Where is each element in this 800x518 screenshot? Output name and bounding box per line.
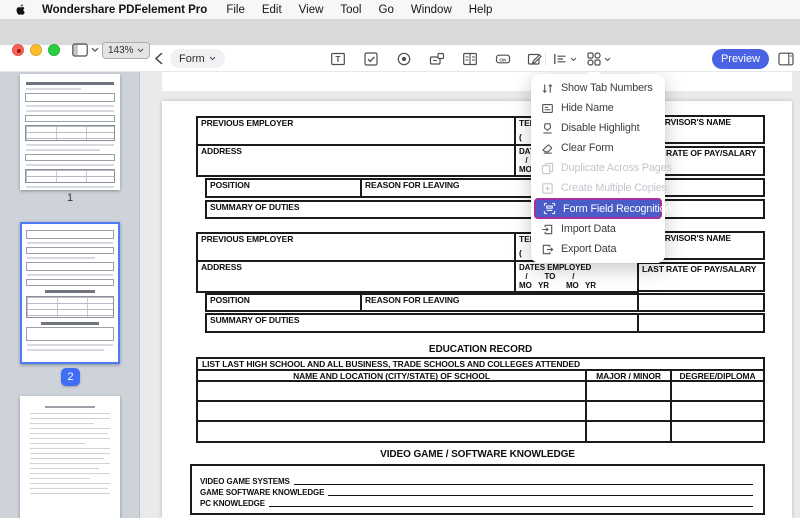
field-previous-employer-2[interactable]: PREVIOUS EMPLOYER xyxy=(196,232,516,262)
chevron-down-icon xyxy=(137,48,143,53)
zoom-level-control[interactable]: 143% xyxy=(102,42,150,59)
import-data-icon xyxy=(542,224,553,234)
page-thumbnail-2-selected[interactable] xyxy=(20,222,120,364)
panel-left-icon xyxy=(72,43,88,57)
digital-signature-tool-button[interactable] xyxy=(527,51,543,67)
copies-plus-icon xyxy=(542,182,553,194)
text-field-tool-button[interactable]: T xyxy=(330,51,346,67)
menu-item-show-tab-numbers[interactable]: Show Tab Numbers xyxy=(531,78,665,98)
name-card-icon xyxy=(542,103,553,113)
menu-item-tool[interactable]: Tool xyxy=(340,4,361,16)
education-row2-school[interactable] xyxy=(196,400,587,422)
combo-box-tool-button[interactable] xyxy=(429,51,445,67)
field-blank-2a[interactable] xyxy=(637,293,765,312)
highlighter-icon xyxy=(543,122,552,134)
macos-menu-bar: Wondershare PDFelement Pro File Edit Vie… xyxy=(0,0,800,19)
page-number-1: 1 xyxy=(66,192,74,204)
form-mode-dropdown[interactable]: Form xyxy=(170,49,225,68)
page-thumbnails-panel: 1 2 xyxy=(0,72,140,518)
duplicate-icon xyxy=(541,162,554,174)
education-row3-school[interactable] xyxy=(196,420,587,443)
app-menu-title[interactable]: Wondershare PDFelement Pro xyxy=(42,4,207,16)
field-reason-2[interactable]: REASON FOR LEAVING xyxy=(360,293,639,312)
education-row3-major[interactable] xyxy=(585,420,672,443)
page-panel-toggle-button[interactable] xyxy=(778,52,794,66)
form-options-grid-icon xyxy=(587,52,601,66)
fill-in-line[interactable] xyxy=(269,506,753,507)
menu-item-import-data[interactable]: Import Data xyxy=(531,219,665,239)
page-thumbnail-3[interactable] xyxy=(20,396,120,518)
menu-item-hide-name[interactable]: Hide Name xyxy=(531,98,665,118)
page-number-2-selected-badge: 2 xyxy=(61,368,80,386)
page-thumbnail-1[interactable] xyxy=(20,74,120,190)
menu-item-view[interactable]: View xyxy=(299,4,324,16)
sidebar-toggle-button[interactable] xyxy=(72,43,99,57)
field-summary-2[interactable]: SUMMARY OF DUTIES xyxy=(205,313,639,333)
education-row2-major[interactable] xyxy=(585,400,672,422)
video-knowledge-box[interactable]: VIDEO GAME SYSTEMS GAME SOFTWARE KNOWLED… xyxy=(190,464,765,515)
field-last-rate-2[interactable]: LAST RATE OF PAY/SALARY xyxy=(637,262,765,292)
push-button-tool-button[interactable]: OK xyxy=(495,51,511,67)
toolbar-divider xyxy=(545,53,546,65)
tab-numbers-icon xyxy=(542,83,553,93)
education-row1-major[interactable] xyxy=(585,380,672,402)
field-blank-2b[interactable] xyxy=(637,313,765,333)
form-options-menu: Show Tab Numbers Hide Name Disable Highl… xyxy=(531,74,672,263)
field-address-2[interactable]: ADDRESS xyxy=(196,260,516,293)
chevron-down-icon xyxy=(604,57,611,61)
menu-item-disable-highlight[interactable]: Disable Highlight xyxy=(531,118,665,138)
video-knowledge-title: VIDEO GAME / SOFTWARE KNOWLEDGE xyxy=(380,449,575,460)
education-row1-school[interactable] xyxy=(196,380,587,402)
chevron-down-icon xyxy=(91,47,99,53)
menu-item-export-data[interactable]: Export Data xyxy=(531,239,665,259)
field-recognition-icon xyxy=(543,202,556,215)
field-position-2[interactable]: POSITION xyxy=(205,293,362,312)
list-box-tool-button[interactable] xyxy=(462,51,478,67)
menu-item-duplicate-across-pages: Duplicate Across Pages xyxy=(531,158,672,178)
zoom-window-button[interactable] xyxy=(48,44,60,56)
menu-item-edit[interactable]: Edit xyxy=(262,4,282,16)
window-chrome: 143% xyxy=(0,19,800,59)
menu-item-help[interactable]: Help xyxy=(469,4,493,16)
radio-button-tool-button[interactable] xyxy=(396,51,412,67)
menu-item-file[interactable]: File xyxy=(226,4,245,16)
education-row1-degree[interactable] xyxy=(670,380,765,402)
field-previous-employer-1[interactable]: PREVIOUS EMPLOYER xyxy=(196,116,516,146)
field-address-1[interactable]: ADDRESS xyxy=(196,144,516,177)
alignment-dropdown-button[interactable] xyxy=(552,51,577,67)
field-position-1[interactable]: POSITION xyxy=(205,178,362,198)
previous-page-bottom-edge[interactable] xyxy=(162,72,792,91)
menu-item-go[interactable]: Go xyxy=(379,4,394,16)
svg-text:OK: OK xyxy=(499,57,507,63)
back-button[interactable] xyxy=(152,51,166,66)
menu-item-clear-form[interactable]: Clear Form xyxy=(531,138,665,158)
chevron-down-icon xyxy=(209,56,216,61)
svg-text:T: T xyxy=(335,54,341,64)
close-window-button[interactable] xyxy=(12,44,24,56)
menu-item-window[interactable]: Window xyxy=(411,4,452,16)
align-icon xyxy=(554,54,566,64)
field-dates-employed-2[interactable]: DATES EMPLOYED / TO / MO YR MO YR xyxy=(514,260,639,293)
education-record-title: EDUCATION RECORD xyxy=(428,344,533,355)
menu-item-form-field-recognition[interactable]: Form Field Recognition xyxy=(534,198,671,219)
apple-menu-icon[interactable] xyxy=(14,2,27,17)
eraser-icon xyxy=(542,143,553,154)
zoom-level-value: 143% xyxy=(108,45,134,56)
export-data-icon xyxy=(542,244,554,254)
fill-in-line[interactable] xyxy=(293,484,753,485)
fill-in-line[interactable] xyxy=(328,495,753,496)
pdfelement-window: Wondershare PDFelement Pro File Edit Vie… xyxy=(0,0,800,518)
menu-item-create-multiple-copies: Create Multiple Copies xyxy=(531,178,667,198)
more-form-options-button[interactable] xyxy=(586,51,611,67)
checkbox-tool-button[interactable] xyxy=(363,51,379,67)
education-row3-degree[interactable] xyxy=(670,420,765,443)
chevron-down-icon xyxy=(570,57,577,61)
education-row2-degree[interactable] xyxy=(670,400,765,422)
minimize-window-button[interactable] xyxy=(30,44,42,56)
pdf-page-2[interactable]: PREVIOUS EMPLOYER TELEPHONE( SUPERVISOR'… xyxy=(162,101,792,518)
preview-button[interactable]: Preview xyxy=(712,49,769,69)
